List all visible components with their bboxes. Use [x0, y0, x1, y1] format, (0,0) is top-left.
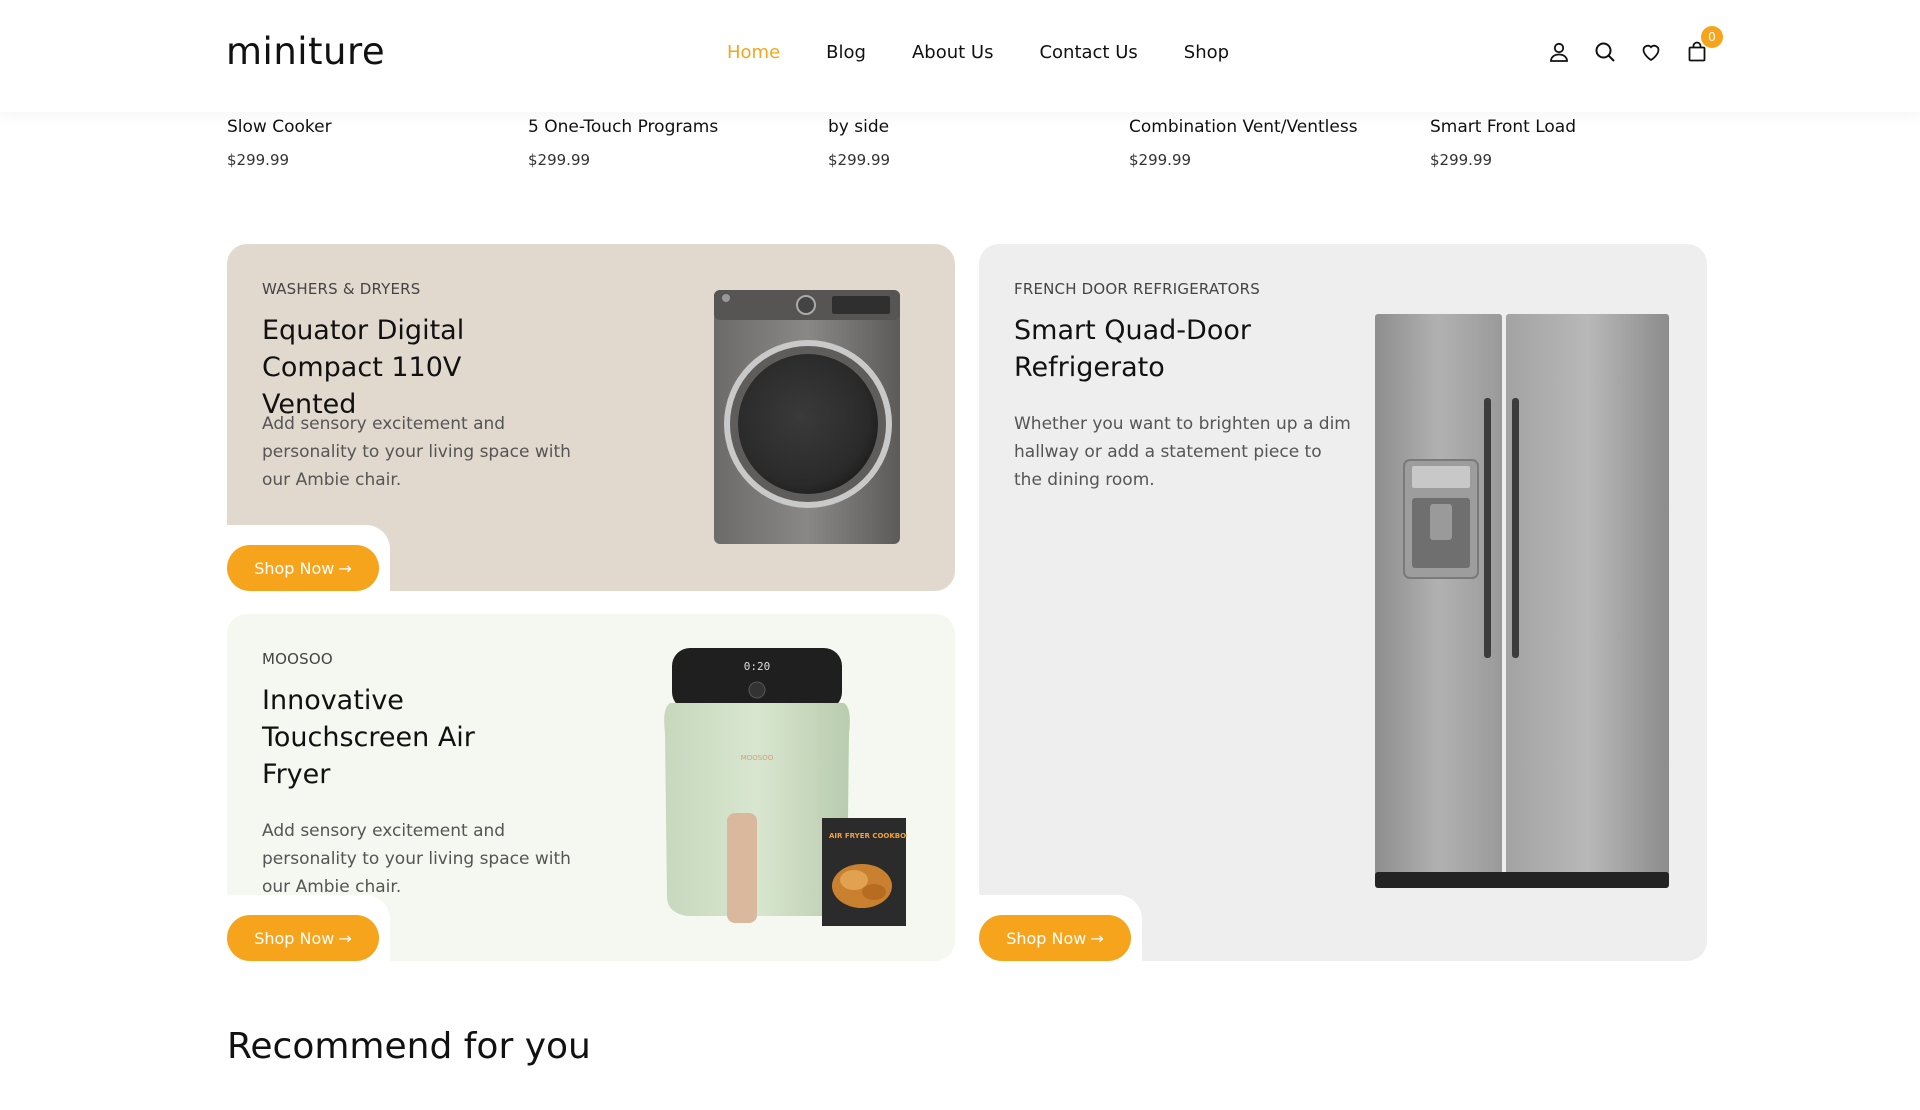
dryer-image[interactable]	[712, 288, 902, 546]
nav-shop[interactable]: Shop	[1184, 42, 1229, 63]
nav-home[interactable]: Home	[727, 42, 780, 63]
button-cutout: Shop Now →	[227, 895, 390, 961]
nav-contact-us[interactable]: Contact Us	[1039, 42, 1137, 63]
strip-item[interactable]: Slow Cooker $299.99	[227, 112, 517, 169]
strip-item[interactable]: by side $299.99	[828, 112, 1118, 169]
arrow-right-icon: →	[338, 558, 352, 578]
cookbook-title: AIR FRYER COOKBOOK	[829, 832, 907, 840]
button-cutout: Shop Now →	[979, 895, 1142, 961]
promo-card-refrigerator: FRENCH DOOR REFRIGERATORS Smart Quad-Doo…	[979, 244, 1707, 961]
strip-item-name[interactable]: Combination Vent/Ventless	[1129, 117, 1419, 137]
nav-blog[interactable]: Blog	[826, 42, 866, 63]
shop-now-button[interactable]: Shop Now →	[227, 545, 379, 591]
strip-item[interactable]: Smart Front Load $299.99	[1430, 112, 1720, 169]
strip-item-price: $299.99	[828, 151, 891, 169]
main-nav: Home Blog About Us Contact Us Shop	[727, 42, 1229, 63]
card-category: FRENCH DOOR REFRIGERATORS	[1014, 280, 1260, 298]
strip-item-name[interactable]: Slow Cooker	[227, 117, 517, 137]
strip-item-name[interactable]: 5 One-Touch Programs	[528, 117, 818, 137]
button-cutout: Shop Now →	[227, 525, 390, 591]
heart-icon[interactable]	[1639, 40, 1663, 64]
card-description: Add sensory excitement and personality t…	[262, 414, 571, 490]
arrow-right-icon: →	[338, 928, 352, 948]
shop-now-button[interactable]: Shop Now →	[979, 915, 1131, 961]
strip-item-name[interactable]: by side	[828, 117, 1118, 137]
card-title[interactable]: Innovative Touchscreen Air Fryer	[262, 682, 492, 793]
shop-now-label: Shop Now	[254, 558, 335, 578]
promo-card-air-fryer: MOOSOO Innovative Touchscreen Air Fryer …	[227, 614, 955, 961]
card-category: WASHERS & DRYERS	[262, 280, 421, 298]
card-description: Add sensory excitement and personality t…	[262, 821, 571, 897]
refrigerator-image[interactable]	[1372, 312, 1672, 890]
section-title-recommend: Recommend for you	[227, 1026, 591, 1067]
arrow-right-icon: →	[1090, 928, 1104, 948]
logo[interactable]: miniture	[226, 30, 385, 73]
search-icon[interactable]	[1593, 40, 1617, 64]
fryer-brand: MOOSOO	[741, 754, 774, 762]
shop-now-label: Shop Now	[254, 928, 335, 948]
strip-item-price: $299.99	[1430, 151, 1493, 169]
nav-about-us[interactable]: About Us	[912, 42, 994, 63]
user-icon[interactable]	[1547, 40, 1571, 64]
card-description: Whether you want to brighten up a dim ha…	[1014, 414, 1351, 490]
shop-now-label: Shop Now	[1006, 928, 1087, 948]
promo-card-dryer: WASHERS & DRYERS Equator Digital Compact…	[227, 244, 955, 591]
card-title[interactable]: Equator Digital Compact 110V Vented	[262, 312, 562, 423]
strip-item-price: $299.99	[227, 151, 290, 169]
shop-now-button[interactable]: Shop Now →	[227, 915, 379, 961]
air-fryer-image[interactable]: 0:20 MOOSOO AIR FRYER COOKBOOK	[662, 648, 907, 948]
card-title[interactable]: Smart Quad-Door Refrigerato	[1014, 312, 1274, 386]
strip-item-name[interactable]: Smart Front Load	[1430, 117, 1720, 137]
header-icons: 0	[1547, 26, 1723, 64]
strip-item[interactable]: 5 One-Touch Programs $299.99	[528, 112, 818, 169]
strip-item-price: $299.99	[1129, 151, 1192, 169]
cart-icon[interactable]: 0	[1685, 26, 1723, 64]
strip-item[interactable]: Combination Vent/Ventless $299.99	[1129, 112, 1419, 169]
strip-item-price: $299.99	[528, 151, 591, 169]
card-category: MOOSOO	[262, 650, 333, 668]
cart-count-badge: 0	[1701, 26, 1723, 48]
site-header: miniture Home Blog About Us Contact Us S…	[0, 0, 1920, 112]
fryer-display: 0:20	[744, 660, 771, 673]
